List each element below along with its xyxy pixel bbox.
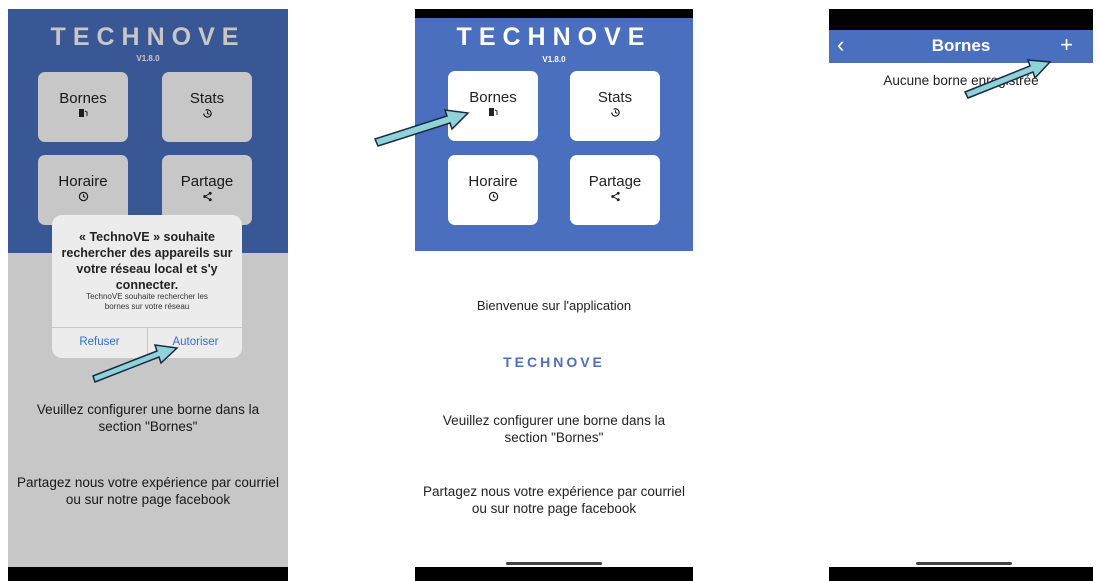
arrow-to-bornes — [373, 109, 470, 147]
arrow-to-add — [963, 59, 1052, 99]
arrow-to-allow — [92, 344, 179, 383]
annotation-arrow — [92, 59, 1052, 383]
